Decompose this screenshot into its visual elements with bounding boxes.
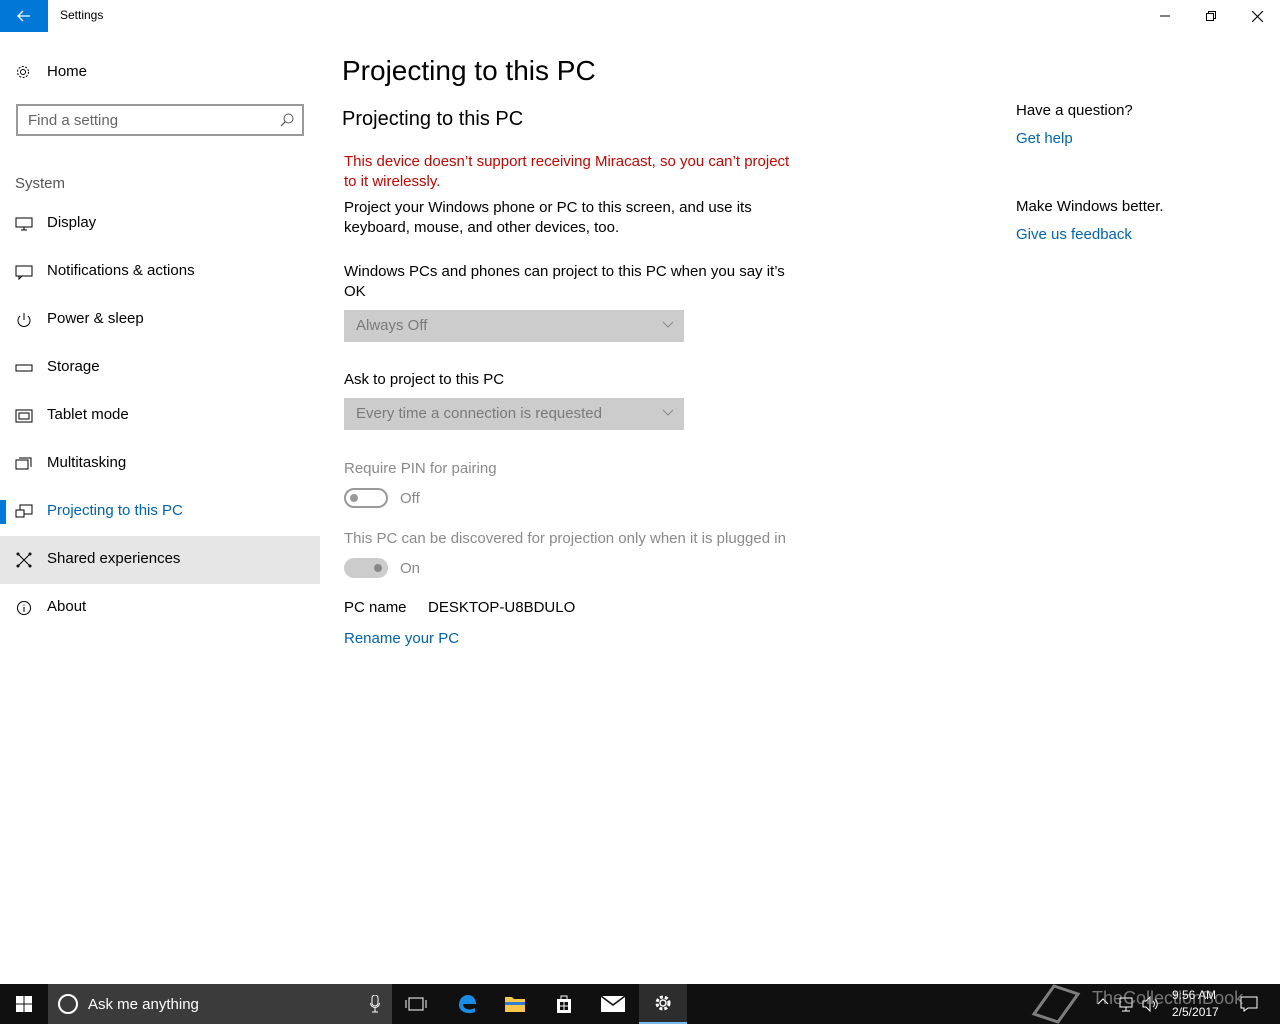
sidebar-item-power-sleep[interactable]: Power & sleep (0, 296, 320, 344)
search-icon[interactable] (280, 113, 294, 127)
restore-icon (1206, 11, 1216, 21)
storage-icon (15, 364, 33, 372)
close-icon (1251, 10, 1263, 22)
projecting-icon (15, 504, 33, 518)
back-button[interactable] (0, 0, 48, 32)
gear-icon (17, 66, 29, 78)
feedback-heading: Make Windows better. (1016, 198, 1164, 215)
sidebar: Home System Display Notifications & acti… (0, 32, 320, 984)
miracast-error-text: This device doesn’t support receiving Mi… (344, 153, 790, 190)
sidebar-item-label: Home (47, 63, 88, 80)
toggle-knob (374, 564, 382, 572)
sidebar-item-multitasking[interactable]: Multitasking (0, 440, 320, 488)
project-permission-dropdown[interactable]: Always Off (344, 310, 684, 342)
selected-indicator (0, 500, 6, 524)
notifications-icon (15, 265, 33, 280)
project-permission-label: Windows PCs and phones can project to th… (344, 263, 785, 300)
search-box (16, 104, 304, 136)
pin-toggle[interactable] (344, 488, 388, 508)
store-icon (557, 995, 571, 1013)
sidebar-item-label: Storage (47, 358, 100, 375)
section-title: Projecting to this PC (342, 108, 524, 130)
taskbar-search-input[interactable] (88, 990, 348, 1018)
tablet-icon (15, 409, 33, 423)
share-icon (16, 552, 32, 568)
sidebar-item-shared-experiences[interactable]: Shared experiences (0, 536, 320, 584)
ask-dropdown[interactable]: Every time a connection is requested (344, 398, 684, 430)
section-label-system: System (15, 175, 66, 192)
book-logo-icon (1031, 984, 1081, 1024)
task-view-icon (405, 997, 427, 1011)
sidebar-item-label: Power & sleep (47, 310, 144, 327)
windows-logo-icon (16, 996, 32, 1012)
plugged-toggle[interactable] (344, 558, 388, 578)
chevron-down-icon (662, 321, 674, 328)
page-title: Projecting to this PC (342, 55, 596, 86)
mail-button[interactable] (589, 984, 637, 1024)
cortana-icon (58, 994, 78, 1014)
plugged-label: This PC can be discovered for projection… (344, 530, 786, 547)
search-input[interactable] (18, 106, 268, 134)
minimize-button[interactable] (1142, 0, 1188, 32)
taskbar: 9:56 AM 2/5/2017 (0, 984, 1280, 1024)
sidebar-item-label: Notifications & actions (47, 262, 195, 279)
chevron-down-icon (662, 409, 674, 416)
sidebar-item-label: Shared experiences (47, 550, 181, 567)
folder-icon (505, 997, 525, 1012)
dropdown-value: Always Off (356, 317, 428, 334)
sidebar-item-label: Tablet mode (47, 406, 129, 423)
pin-label: Require PIN for pairing (344, 460, 497, 477)
dropdown-value: Every time a connection is requested (356, 405, 602, 422)
file-explorer-button[interactable] (491, 984, 539, 1024)
mail-icon (601, 996, 625, 1012)
window-title: Settings (60, 8, 104, 22)
title-bar: Settings (0, 0, 1280, 32)
cortana-search-box[interactable] (48, 984, 392, 1024)
sidebar-item-label: Multitasking (47, 454, 127, 471)
pc-name-value: DESKTOP-U8BDULO (428, 599, 576, 616)
sidebar-item-label: About (47, 598, 87, 615)
close-button[interactable] (1234, 0, 1280, 32)
rename-pc-link[interactable]: Rename your PC (344, 629, 544, 649)
sidebar-item-storage[interactable]: Storage (0, 344, 320, 392)
task-view-button[interactable] (392, 984, 440, 1024)
plugged-toggle-state: On (400, 560, 421, 577)
microphone-icon[interactable] (370, 995, 380, 1013)
multitasking-icon (15, 457, 32, 470)
ask-label: Ask to project to this PC (344, 371, 505, 388)
sidebar-item-about[interactable]: About (0, 584, 320, 632)
restore-button[interactable] (1188, 0, 1234, 32)
edge-icon (459, 995, 476, 1014)
sidebar-item-tablet-mode[interactable]: Tablet mode (0, 392, 320, 440)
settings-taskbar-button[interactable] (639, 984, 687, 1024)
edge-button[interactable] (443, 984, 491, 1024)
minimize-icon (1160, 15, 1170, 17)
pin-toggle-state: Off (400, 490, 420, 507)
sidebar-item-display[interactable]: Display (0, 200, 320, 248)
sidebar-item-projecting[interactable]: Projecting to this PC (0, 488, 320, 536)
watermark-text: TheCollectionBook (1092, 988, 1244, 1008)
get-help-link[interactable]: Get help (1016, 130, 1073, 147)
monitor-icon (15, 217, 33, 231)
sidebar-item-notifications[interactable]: Notifications & actions (0, 248, 320, 296)
question-heading: Have a question? (1016, 102, 1133, 119)
give-feedback-link[interactable]: Give us feedback (1016, 226, 1132, 243)
store-button[interactable] (540, 984, 588, 1024)
projection-description: Project your Windows phone or PC to this… (344, 199, 752, 236)
power-icon (17, 313, 31, 327)
back-arrow-icon (17, 10, 30, 22)
sidebar-item-home[interactable]: Home (0, 52, 320, 92)
sidebar-item-label: Display (47, 214, 97, 231)
info-icon (17, 601, 31, 615)
start-button[interactable] (0, 984, 48, 1024)
toggle-knob (350, 494, 358, 502)
pc-name-label: PC name (344, 599, 407, 616)
gear-icon (655, 995, 671, 1011)
sidebar-item-label: Projecting to this PC (47, 502, 183, 519)
